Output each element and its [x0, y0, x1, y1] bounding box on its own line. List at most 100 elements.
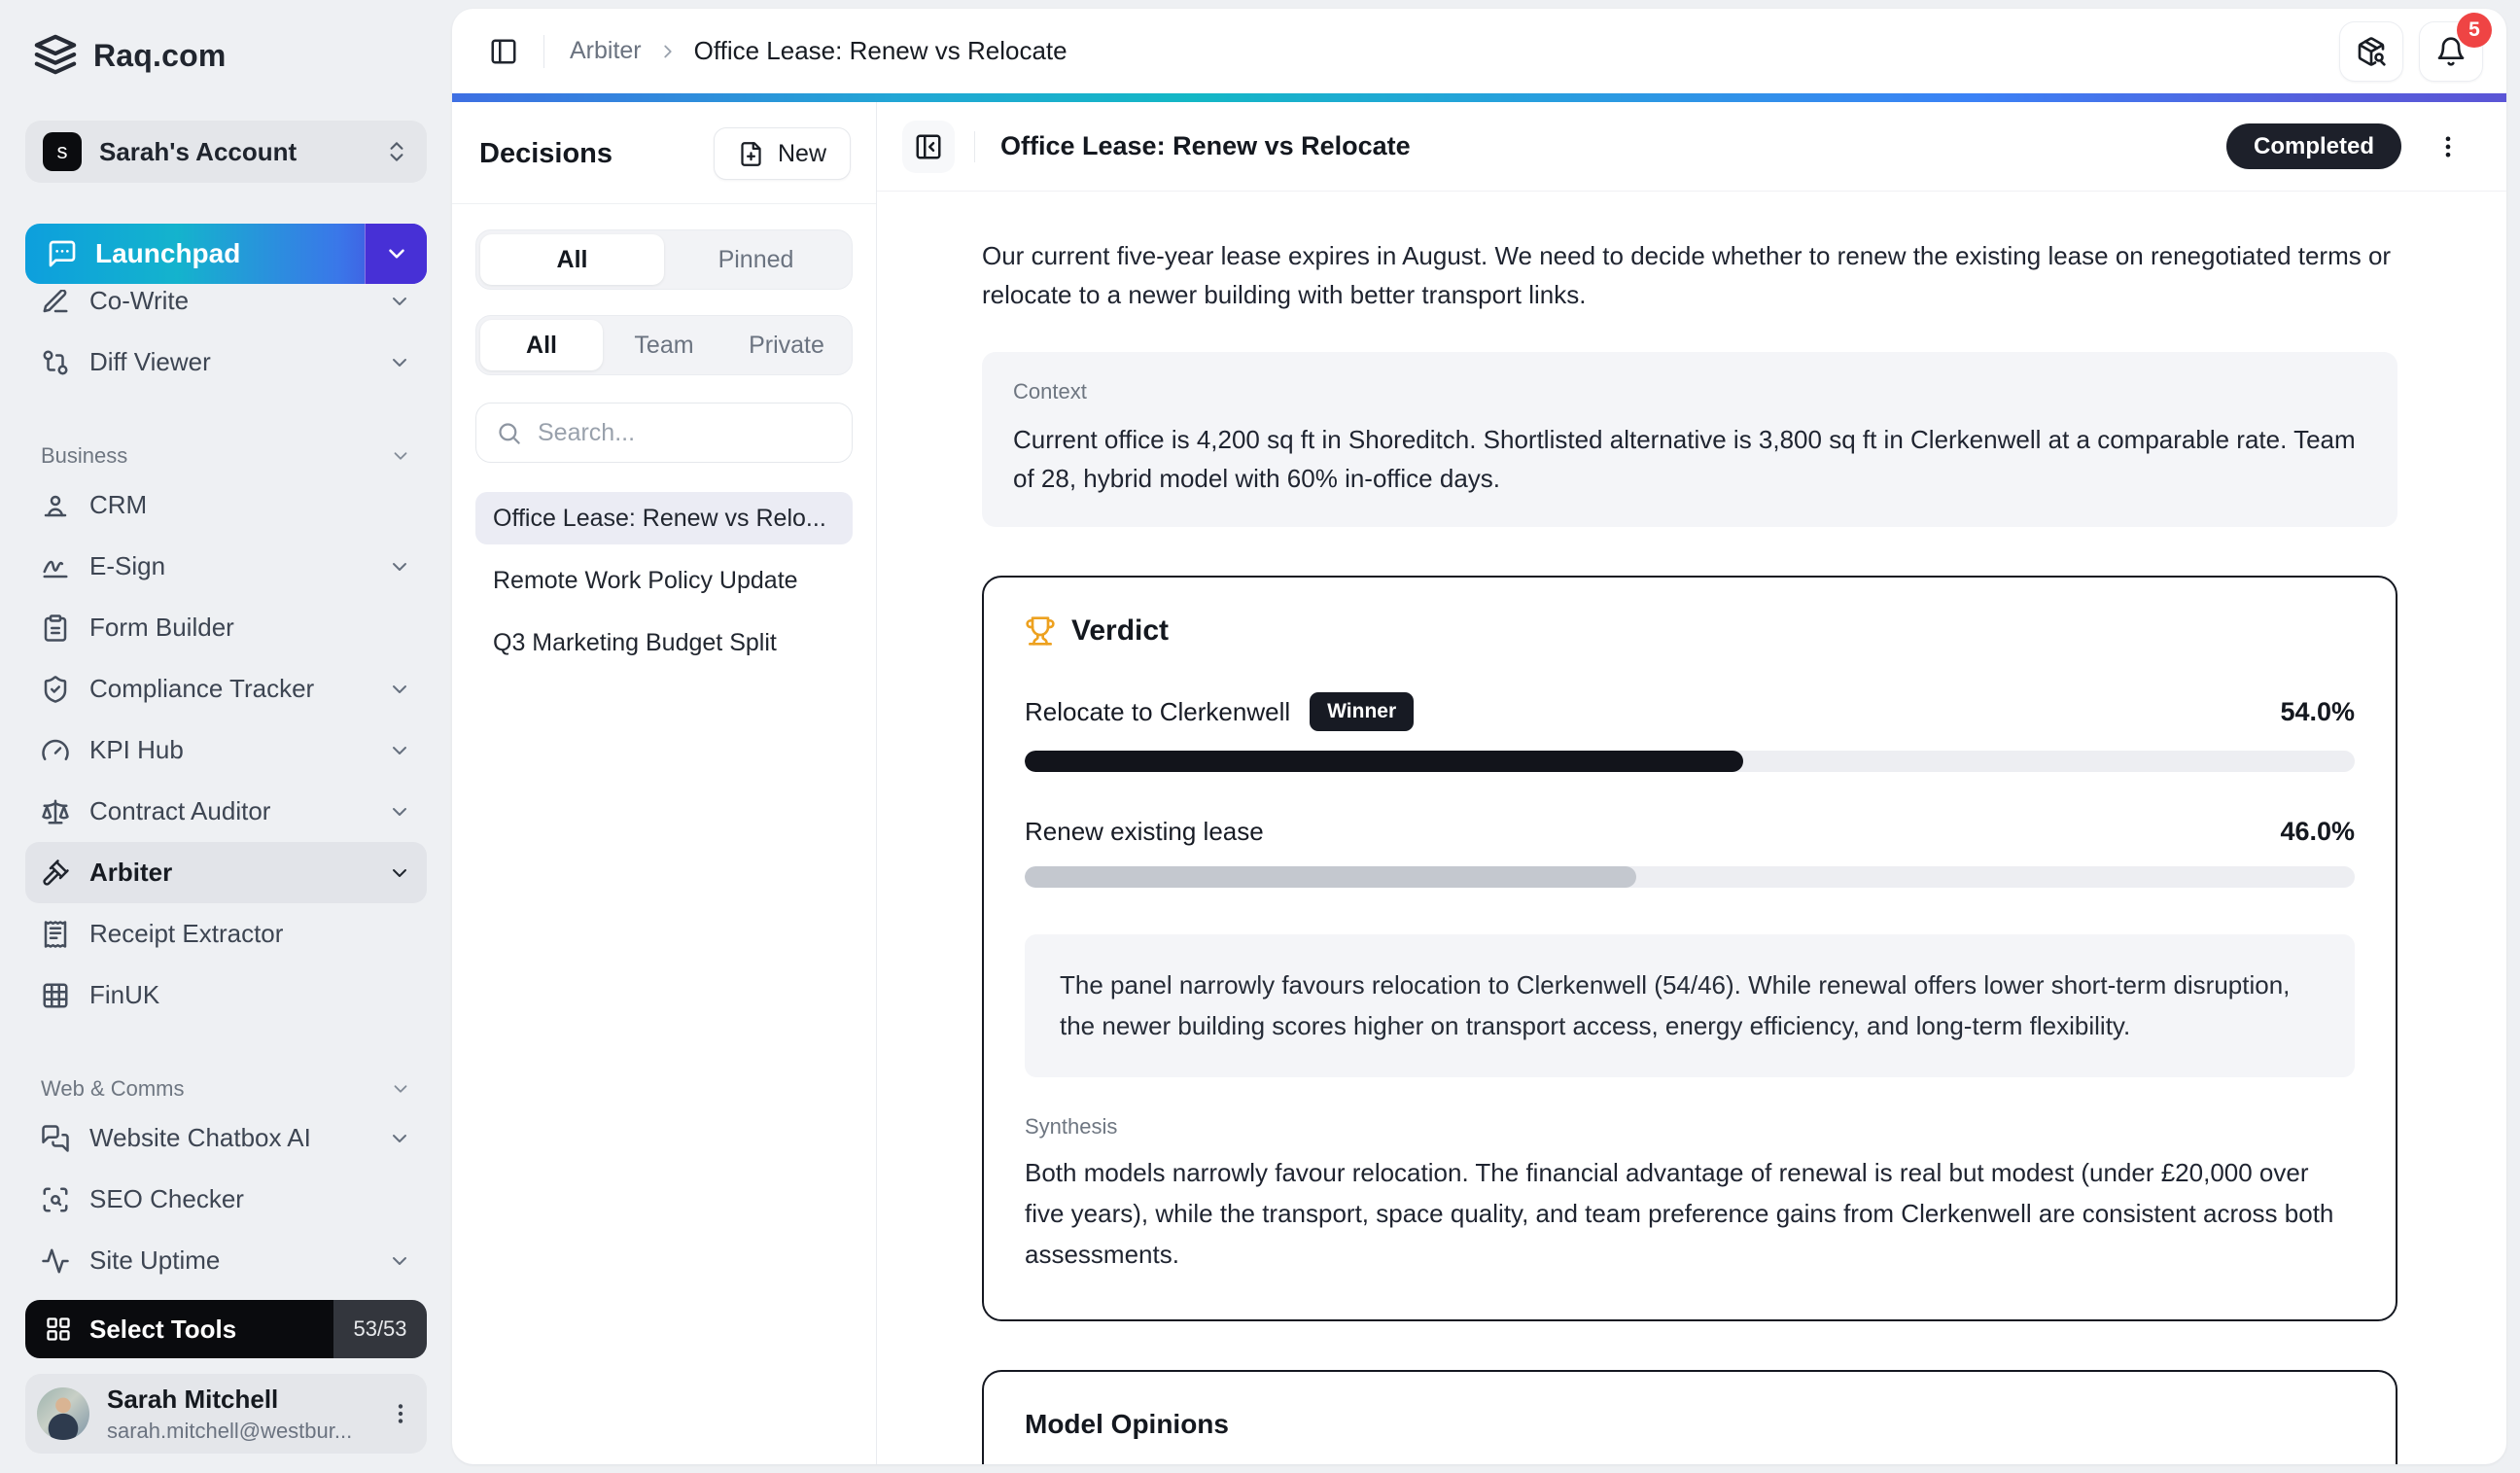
decision-list-item[interactable]: Q3 Marketing Budget Split: [475, 616, 853, 669]
launchpad-main[interactable]: Launchpad: [25, 224, 365, 284]
option-label: Relocate to Clerkenwell: [1025, 697, 1290, 727]
sidebar: Raq.com s Sarah's Account Launchpad Co-W…: [0, 0, 452, 1473]
user-name: Sarah Mitchell: [107, 1385, 370, 1415]
sidebar-item-label: E-Sign: [89, 551, 165, 581]
chevron-down-icon: [388, 1249, 411, 1273]
sidebar-item-diff-viewer[interactable]: Diff Viewer: [25, 332, 427, 393]
context-box: Context Current office is 4,200 sq ft in…: [982, 352, 2398, 528]
decision-list-item[interactable]: Remote Work Policy Update: [475, 554, 853, 607]
chevrons-up-down-icon: [384, 139, 409, 164]
sidebar-item-arbiter[interactable]: Arbiter: [25, 842, 427, 903]
decision-list: Office Lease: Renew vs Relo... Remote Wo…: [475, 492, 853, 669]
sidebar-item-compliance-tracker[interactable]: Compliance Tracker: [25, 658, 427, 719]
sidebar-item-label: Receipt Extractor: [89, 919, 283, 949]
sidebar-item-label: KPI Hub: [89, 735, 184, 765]
chevron-right-icon: [657, 41, 679, 62]
main-canvas: Arbiter Office Lease: Renew vs Relocate …: [452, 9, 2506, 1464]
chat-bubble-icon: [47, 238, 78, 269]
clipboard-icon: [41, 614, 70, 643]
panel-left-icon: [489, 37, 518, 66]
search-input[interactable]: [538, 419, 832, 447]
progress-bar-track: [1025, 866, 2355, 888]
launchpad-expand-button[interactable]: [365, 224, 427, 284]
tab-pinned[interactable]: Pinned: [664, 234, 848, 285]
sidebar-item-receipt-extractor[interactable]: Receipt Extractor: [25, 903, 427, 964]
sidebar-section-business[interactable]: Business: [25, 438, 427, 474]
account-name: Sarah's Account: [99, 137, 367, 167]
notifications-button[interactable]: 5: [2419, 21, 2483, 82]
verdict-option-winner: Relocate to Clerkenwell Winner 54.0%: [1025, 692, 2355, 772]
decision-detail-body[interactable]: Our current five-year lease expires in A…: [877, 192, 2506, 1464]
chevron-down-icon: [388, 861, 411, 885]
sidebar-item-seo-checker[interactable]: SEO Checker: [25, 1169, 427, 1230]
sidebar-section-web-comms[interactable]: Web & Comms: [25, 1070, 427, 1107]
sidebar-item-label: Compliance Tracker: [89, 674, 314, 704]
sidebar-item-crm[interactable]: CRM: [25, 474, 427, 536]
grid-table-icon: [41, 981, 70, 1010]
receipt-icon: [41, 920, 70, 949]
chevron-down-icon: [388, 290, 411, 313]
sidebar-item-form-builder[interactable]: Form Builder: [25, 597, 427, 658]
progress-bar-fill: [1025, 751, 1743, 772]
decision-detail: Office Lease: Renew vs Relocate Complete…: [877, 102, 2506, 1464]
package-search-button[interactable]: [2339, 21, 2403, 82]
activity-icon: [41, 1246, 70, 1276]
chevron-down-icon: [388, 739, 411, 762]
sidebar-item-co-write[interactable]: Co-Write: [25, 290, 427, 332]
launchpad-button[interactable]: Launchpad: [25, 224, 427, 284]
decision-list-item[interactable]: Office Lease: Renew vs Relo...: [475, 492, 853, 544]
synthesis-label: Synthesis: [1025, 1114, 2355, 1140]
shield-check-icon: [41, 675, 70, 704]
sidebar-item-label: Contract Auditor: [89, 796, 270, 826]
user-card[interactable]: Sarah Mitchell sarah.mitchell@westbur...: [25, 1374, 427, 1454]
topbar-actions: 5: [2339, 21, 2483, 82]
sidebar-item-label: Arbiter: [89, 858, 172, 888]
breadcrumb-parent[interactable]: Arbiter: [570, 37, 642, 65]
chevron-down-icon: [388, 800, 411, 824]
select-tools-button[interactable]: Select Tools 53/53: [25, 1300, 427, 1358]
sidebar-item-e-sign[interactable]: E-Sign: [25, 536, 427, 597]
section-label: Web & Comms: [41, 1076, 185, 1102]
sidebar-item-label: SEO Checker: [89, 1184, 244, 1214]
sidebar-item-kpi-hub[interactable]: KPI Hub: [25, 719, 427, 781]
divider: [543, 35, 544, 68]
section-label: Business: [41, 443, 127, 469]
user-email: sarah.mitchell@westbur...: [107, 1419, 370, 1444]
chevron-down-icon: [384, 241, 409, 266]
chevron-down-icon: [388, 351, 411, 374]
synthesis-section: Synthesis Both models narrowly favour re…: [1025, 1114, 2355, 1275]
account-switcher[interactable]: s Sarah's Account: [25, 121, 427, 183]
decision-intro: Our current five-year lease expires in A…: [982, 236, 2398, 315]
verdict-option-runner-up: Renew existing lease 46.0%: [1025, 817, 2355, 888]
user-menu-button[interactable]: [388, 1401, 413, 1426]
detail-menu-button[interactable]: [2429, 127, 2468, 166]
sidebar-item-label: CRM: [89, 490, 147, 520]
tab-scope-team[interactable]: Team: [603, 320, 725, 370]
gauge-icon: [41, 736, 70, 765]
account-avatar: s: [43, 132, 82, 171]
sidebar-item-label: FinUK: [89, 980, 159, 1010]
chevron-down-icon: [390, 445, 411, 467]
search-box[interactable]: [475, 403, 853, 463]
brand: Raq.com: [25, 29, 427, 78]
kebab-icon: [388, 1401, 413, 1426]
chevron-down-icon: [388, 678, 411, 701]
filter-tabs: All Pinned: [475, 229, 853, 290]
tab-all[interactable]: All: [480, 234, 664, 285]
sidebar-item-contract-auditor[interactable]: Contract Auditor: [25, 781, 427, 842]
sidebar-item-website-chatbox-ai[interactable]: Website Chatbox AI: [25, 1107, 427, 1169]
select-tools-main[interactable]: Select Tools: [25, 1300, 333, 1358]
sidebar-toggle-button[interactable]: [481, 29, 526, 74]
tab-scope-private[interactable]: Private: [725, 320, 848, 370]
tab-scope-all[interactable]: All: [480, 320, 603, 370]
scope-tabs: All Team Private: [475, 315, 853, 375]
divider: [452, 203, 876, 204]
avatar: [37, 1387, 89, 1440]
scan-search-icon: [41, 1185, 70, 1214]
new-decision-button[interactable]: New: [714, 127, 851, 180]
collapse-panel-button[interactable]: [902, 121, 955, 173]
sidebar-item-finuk[interactable]: FinUK: [25, 964, 427, 1026]
sidebar-item-label: Form Builder: [89, 613, 234, 643]
signature-icon: [41, 552, 70, 581]
sidebar-item-site-uptime[interactable]: Site Uptime: [25, 1230, 427, 1291]
